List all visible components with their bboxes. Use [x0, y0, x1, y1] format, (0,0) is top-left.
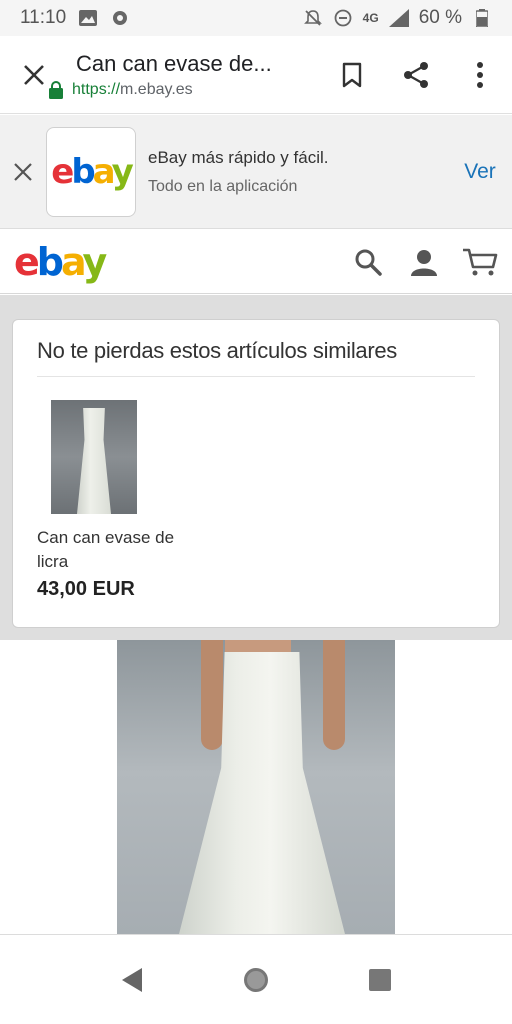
url-bar[interactable]: Can can evase de... https:// m.ebay.es: [49, 50, 320, 99]
back-icon: [122, 967, 142, 992]
search-icon: [355, 249, 382, 276]
cart-button[interactable]: [460, 242, 500, 282]
ebay-logo: ebay: [51, 151, 134, 192]
back-button[interactable]: [102, 950, 162, 1010]
url-scheme: https://: [72, 80, 121, 98]
close-tab-button[interactable]: [0, 36, 68, 114]
battery-icon: [472, 8, 492, 28]
search-button[interactable]: [348, 242, 388, 282]
system-nav-bar: [0, 934, 512, 1024]
recents-button[interactable]: [350, 950, 410, 1010]
share-button[interactable]: [384, 36, 448, 114]
lock-icon: [49, 80, 63, 99]
bookmark-button[interactable]: [320, 36, 384, 114]
close-icon: [14, 162, 32, 181]
cart-icon: [463, 248, 498, 275]
share-icon: [404, 61, 428, 88]
account-button[interactable]: [404, 242, 444, 282]
page-title: Can can evase de...: [76, 50, 272, 76]
more-vert-icon: [477, 61, 483, 88]
banner-view-button[interactable]: Ver: [448, 160, 512, 184]
account-icon: [411, 249, 437, 276]
url-host: m.ebay.es: [120, 80, 193, 98]
app-install-banner: ebay eBay más rápido y fácil. Todo en la…: [0, 115, 512, 229]
more-options-button[interactable]: [448, 36, 512, 114]
do-not-disturb-icon: [333, 8, 353, 28]
recents-icon: [369, 968, 391, 991]
product-image[interactable]: [117, 640, 395, 934]
banner-close-button[interactable]: [0, 115, 46, 229]
banner-subtitle: Todo en la aplicación: [148, 177, 298, 195]
site-header: ebay: [0, 230, 512, 294]
network-type-label: 4G: [362, 11, 379, 25]
signal-icon: [388, 8, 409, 28]
similar-items-heading: No te pierdas estos artículos similares: [37, 338, 398, 363]
similar-item[interactable]: Can can evase de licra 43,00 EUR: [37, 400, 177, 601]
bookmark-icon: [342, 62, 362, 87]
banner-title: eBay más rápido y fácil.: [148, 147, 329, 167]
gallery-notification-icon: [78, 8, 98, 28]
item-price: 43,00 EUR: [37, 578, 135, 600]
divider: [37, 376, 475, 377]
ebay-logo[interactable]: ebay: [14, 243, 107, 281]
similar-items-section: No te pierdas estos artículos similares …: [0, 295, 512, 640]
battery-percent: 60 %: [418, 7, 462, 28]
item-thumbnail: [51, 400, 137, 514]
item-title: Can can evase de licra: [37, 528, 175, 571]
close-icon: [24, 64, 44, 85]
status-bar: 11:10 4G 60 %: [0, 0, 512, 36]
home-button[interactable]: [226, 950, 286, 1010]
status-time: 11:10: [20, 7, 67, 28]
browser-toolbar: Can can evase de... https:// m.ebay.es: [0, 36, 512, 114]
mute-bell-icon: [303, 8, 323, 28]
similar-items-card: No te pierdas estos artículos similares …: [12, 319, 500, 628]
home-icon: [244, 967, 268, 992]
game-controller-icon: [110, 8, 130, 28]
ebay-app-icon: ebay: [46, 126, 136, 217]
